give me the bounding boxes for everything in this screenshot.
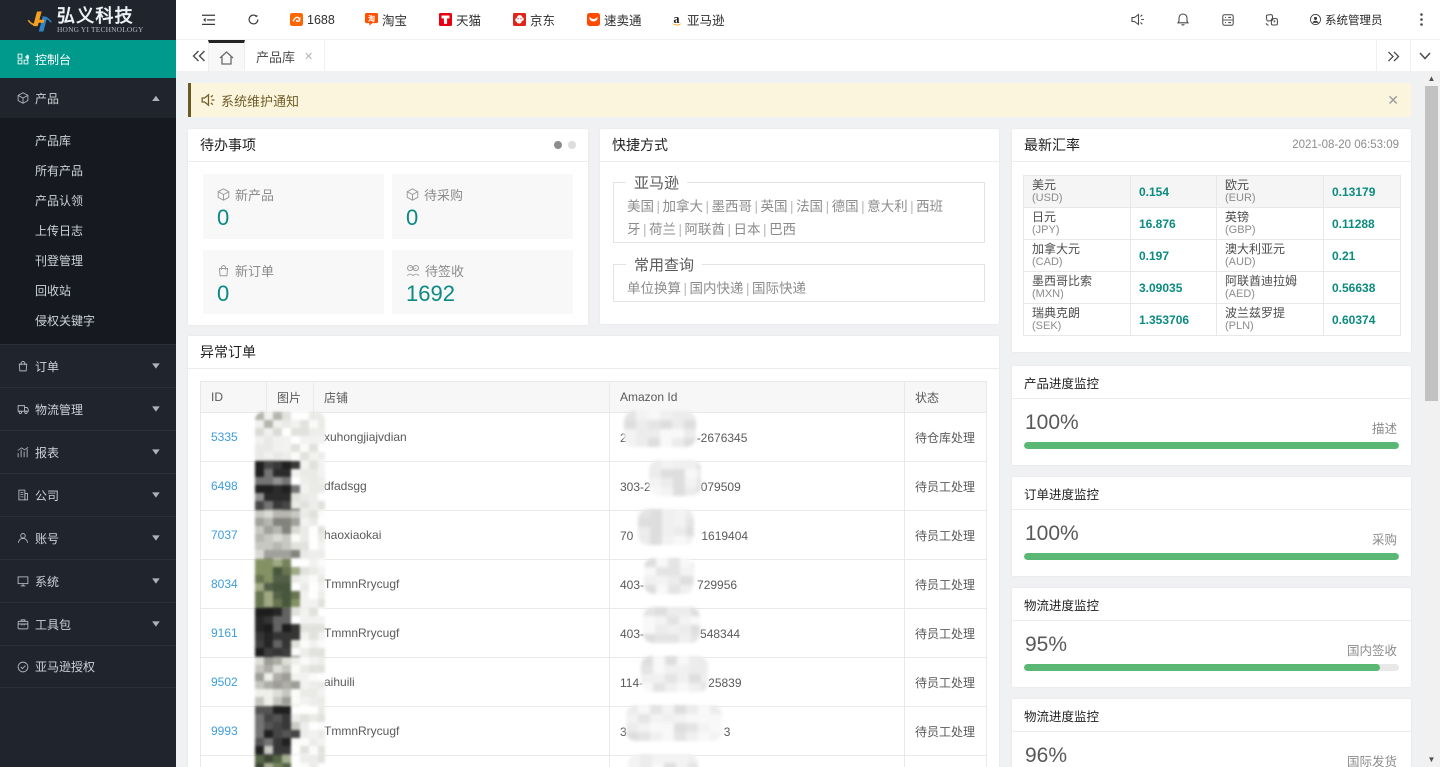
- svg-text:淘: 淘: [368, 14, 375, 23]
- svg-text:a: a: [673, 12, 679, 26]
